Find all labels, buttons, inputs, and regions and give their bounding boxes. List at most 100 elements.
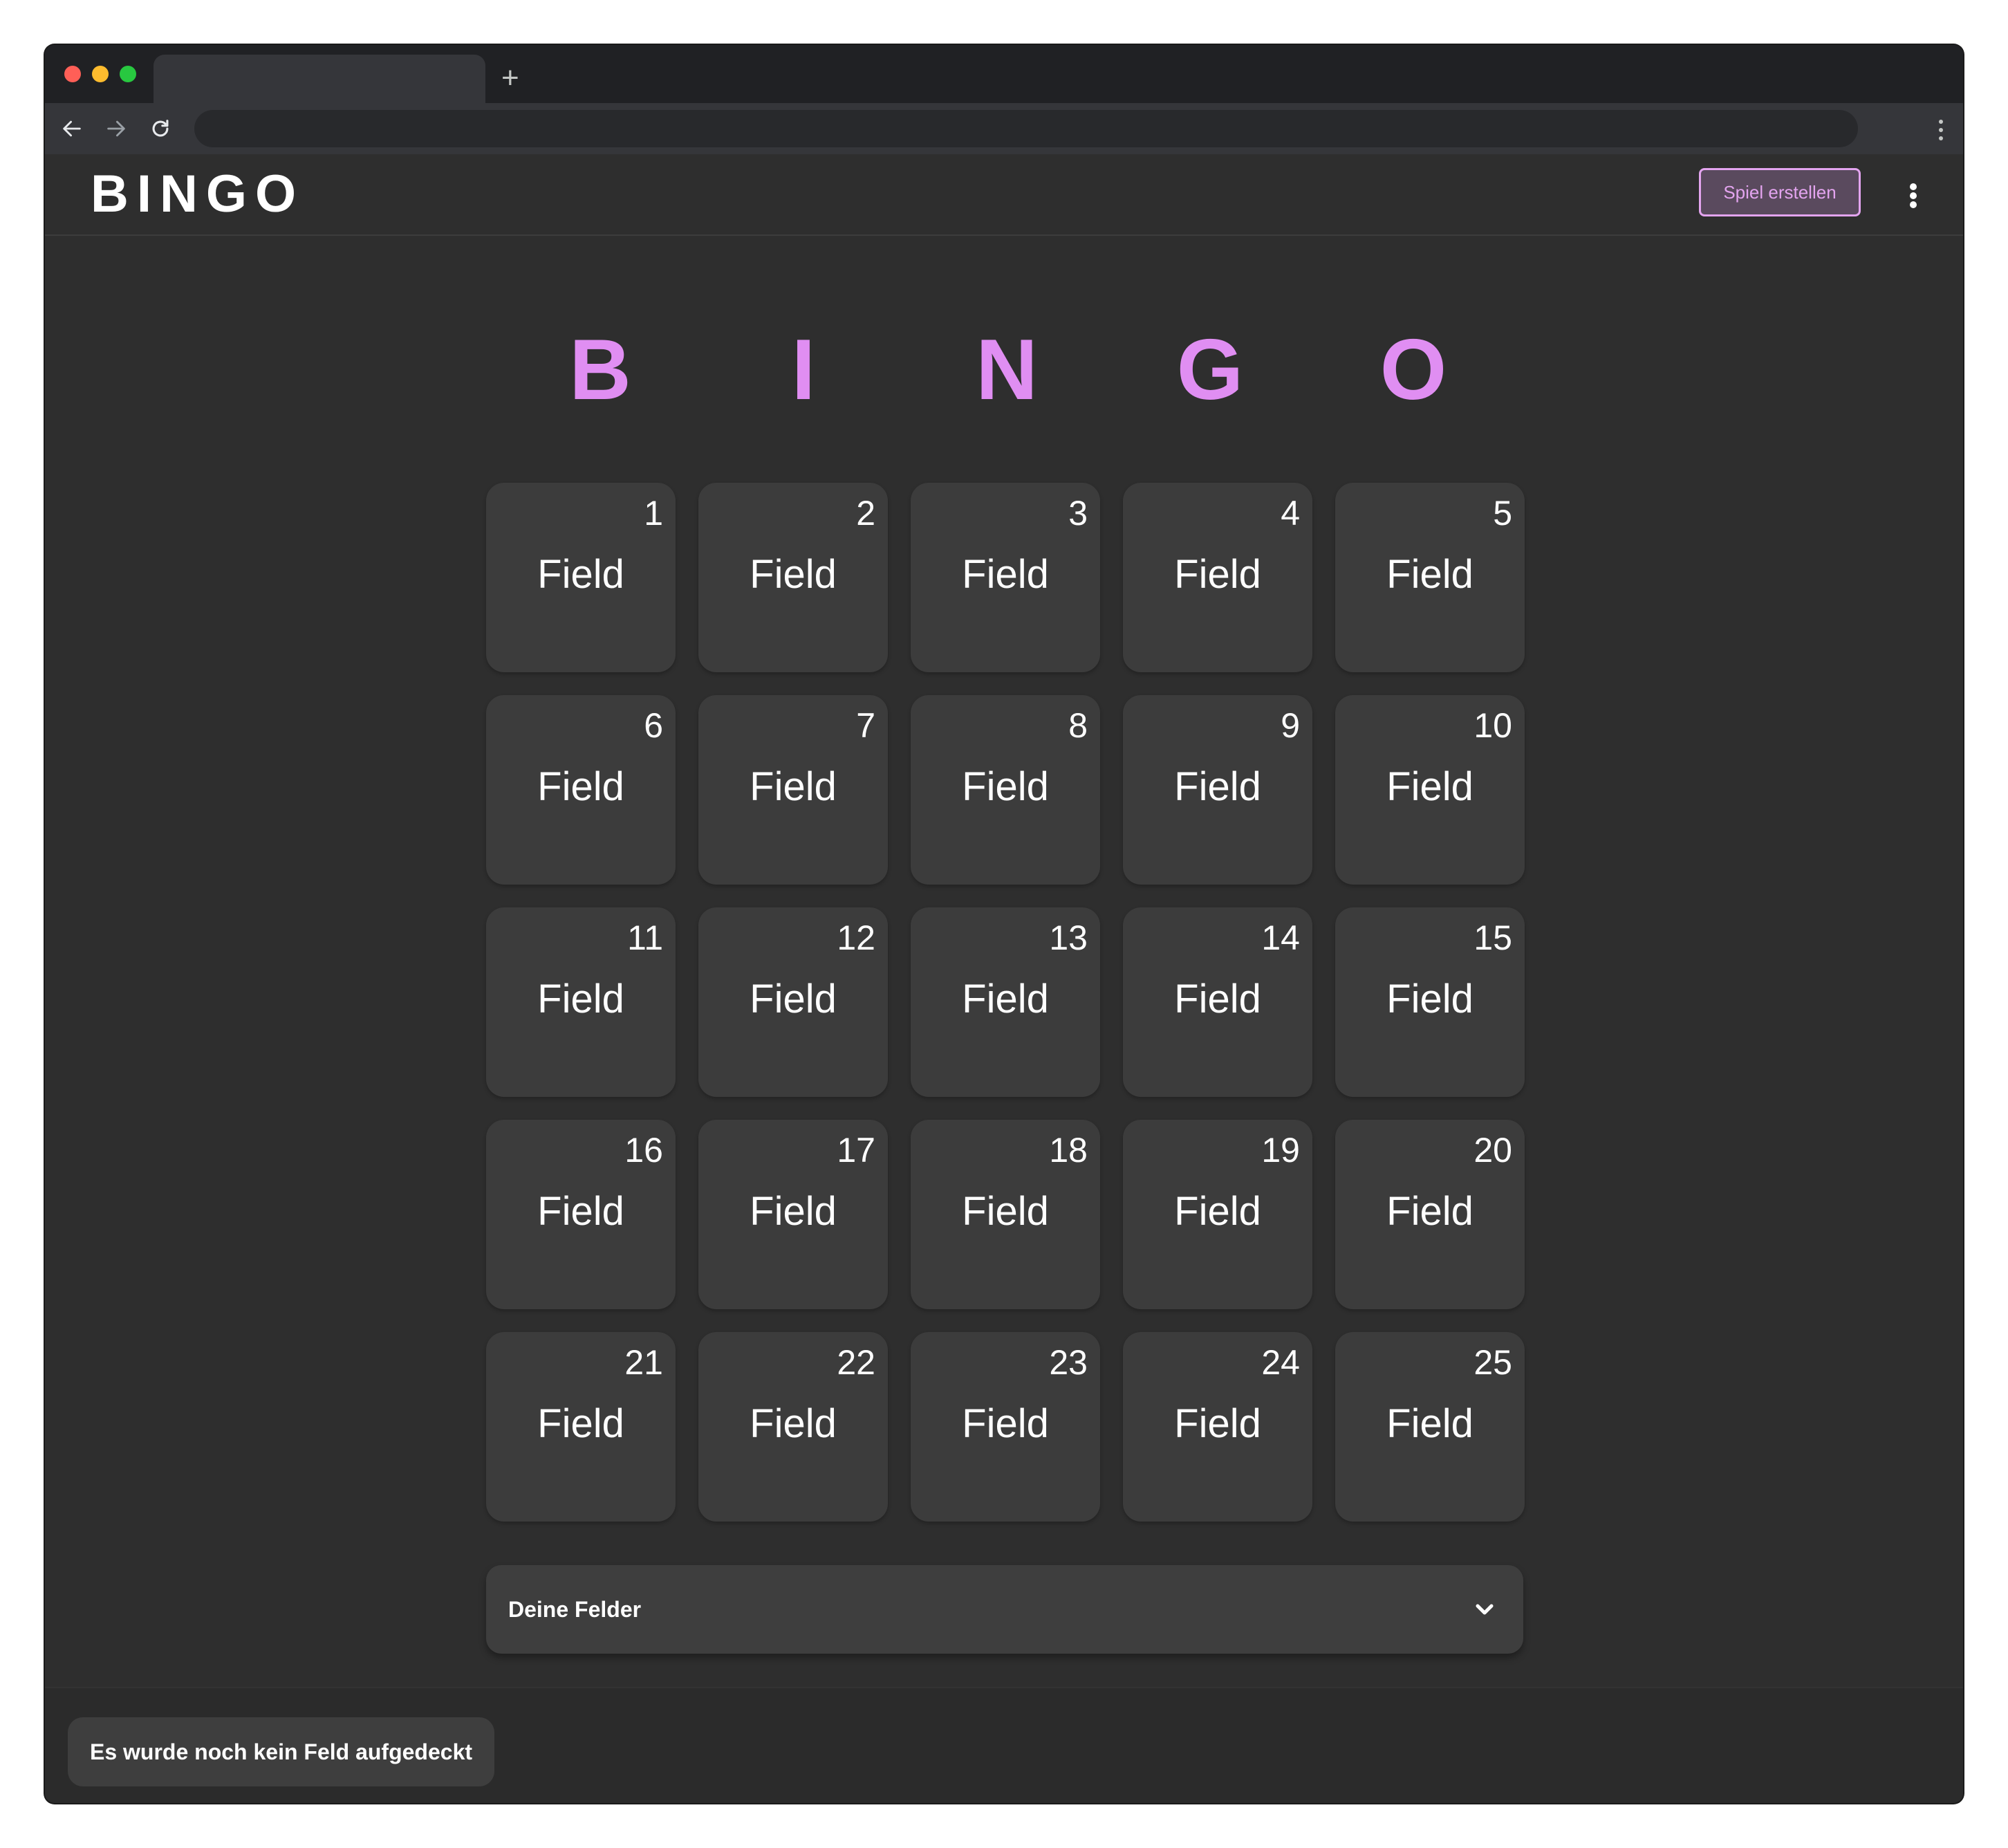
- cell-label: Field: [750, 977, 837, 1022]
- bingo-cell[interactable]: 14 Field: [1123, 907, 1312, 1097]
- bingo-letters: B I N G O: [552, 322, 1589, 418]
- minimize-window-button[interactable]: [92, 66, 109, 82]
- bingo-cell[interactable]: 4 Field: [1123, 483, 1312, 672]
- bingo-cell[interactable]: 9 Field: [1123, 695, 1312, 885]
- browser-tab[interactable]: [154, 55, 485, 103]
- cell-number: 11: [627, 918, 663, 957]
- bingo-cell[interactable]: 15 Field: [1335, 907, 1525, 1097]
- close-window-button[interactable]: [64, 66, 81, 82]
- cell-number: 23: [1049, 1343, 1088, 1382]
- cell-number: 20: [1474, 1131, 1512, 1170]
- cell-number: 14: [1261, 918, 1300, 957]
- bingo-cell[interactable]: 6 Field: [486, 695, 676, 885]
- cell-label: Field: [962, 977, 1049, 1022]
- cell-label: Field: [750, 552, 837, 597]
- bingo-cell[interactable]: 2 Field: [698, 483, 888, 672]
- browser-menu-icon[interactable]: [1938, 120, 1944, 140]
- cell-number: 17: [837, 1131, 875, 1170]
- cell-number: 15: [1474, 918, 1512, 957]
- cell-label: Field: [1174, 764, 1261, 809]
- cell-number: 4: [1281, 494, 1300, 533]
- bingo-cell[interactable]: 22 Field: [698, 1332, 888, 1522]
- bingo-cell[interactable]: 24 Field: [1123, 1332, 1312, 1522]
- cell-label: Field: [750, 764, 837, 809]
- status-message: Es wurde noch kein Feld aufgedeckt: [68, 1717, 495, 1786]
- bingo-cell[interactable]: 20 Field: [1335, 1120, 1525, 1309]
- cell-number: 16: [624, 1131, 663, 1170]
- your-fields-accordion[interactable]: Deine Felder: [486, 1565, 1523, 1654]
- maximize-window-button[interactable]: [120, 66, 136, 82]
- cell-label: Field: [1386, 552, 1474, 597]
- bingo-letter: N: [976, 322, 1038, 418]
- bingo-cell[interactable]: 7 Field: [698, 695, 888, 885]
- bingo-cell[interactable]: 18 Field: [911, 1120, 1100, 1309]
- bingo-cell[interactable]: 8 Field: [911, 695, 1100, 885]
- bingo-cell[interactable]: 23 Field: [911, 1332, 1100, 1522]
- app-logo: BINGO: [91, 165, 305, 223]
- cell-number: 13: [1049, 918, 1088, 957]
- cell-label: Field: [1174, 552, 1261, 597]
- bingo-cell[interactable]: 1 Field: [486, 483, 676, 672]
- cell-label: Field: [1386, 764, 1474, 809]
- bingo-board: 1 Field 2 Field 3 Field 4 Field 5 Field 6 Field 7 Fie…: [486, 483, 1525, 1522]
- back-icon[interactable]: [53, 110, 91, 147]
- bingo-letter: O: [1379, 322, 1447, 418]
- bingo-letter: G: [1176, 322, 1244, 418]
- reload-icon[interactable]: [142, 110, 179, 147]
- cell-label: Field: [537, 977, 624, 1022]
- cell-label: Field: [1386, 1401, 1474, 1446]
- bingo-cell[interactable]: 25 Field: [1335, 1332, 1525, 1522]
- bingo-letter: B: [569, 322, 631, 418]
- cell-label: Field: [1174, 1189, 1261, 1234]
- cell-number: 19: [1261, 1131, 1300, 1170]
- cell-number: 6: [644, 706, 663, 745]
- chevron-down-icon[interactable]: [1471, 1596, 1498, 1623]
- bingo-cell[interactable]: 11 Field: [486, 907, 676, 1097]
- cell-number: 12: [837, 918, 875, 957]
- more-options-icon[interactable]: [1909, 183, 1917, 208]
- cell-number: 2: [856, 494, 875, 533]
- forward-icon[interactable]: [97, 110, 135, 147]
- cell-number: 5: [1493, 494, 1512, 533]
- tab-strip: +: [45, 45, 1963, 103]
- cell-label: Field: [750, 1401, 837, 1446]
- cell-number: 24: [1261, 1343, 1300, 1382]
- cell-number: 21: [624, 1343, 663, 1382]
- cell-label: Field: [1174, 977, 1261, 1022]
- cell-label: Field: [962, 764, 1049, 809]
- bingo-cell[interactable]: 10 Field: [1335, 695, 1525, 885]
- bingo-cell[interactable]: 16 Field: [486, 1120, 676, 1309]
- cell-number: 3: [1068, 494, 1088, 533]
- bingo-letter: I: [791, 322, 816, 418]
- cell-label: Field: [1386, 1189, 1474, 1234]
- browser-toolbar: [45, 103, 1963, 154]
- bingo-cell[interactable]: 17 Field: [698, 1120, 888, 1309]
- cell-label: Field: [962, 1189, 1049, 1234]
- address-bar[interactable]: [194, 110, 1858, 147]
- app-header: BINGO Spiel erstellen: [45, 154, 1963, 236]
- browser-window: + BINGO Spiel erstellen B I N G O 1 Field…: [45, 45, 1963, 1803]
- cell-label: Field: [537, 552, 624, 597]
- cell-number: 18: [1049, 1131, 1088, 1170]
- cell-number: 22: [837, 1343, 875, 1382]
- bingo-cell[interactable]: 21 Field: [486, 1332, 676, 1522]
- bingo-cell[interactable]: 13 Field: [911, 907, 1100, 1097]
- bingo-cell[interactable]: 3 Field: [911, 483, 1100, 672]
- cell-label: Field: [750, 1189, 837, 1234]
- cell-label: Field: [1174, 1401, 1261, 1446]
- cell-label: Field: [1386, 977, 1474, 1022]
- cell-number: 10: [1474, 706, 1512, 745]
- bingo-cell[interactable]: 5 Field: [1335, 483, 1525, 672]
- cell-number: 9: [1281, 706, 1300, 745]
- cell-number: 1: [644, 494, 663, 533]
- bingo-cell[interactable]: 12 Field: [698, 907, 888, 1097]
- create-game-button[interactable]: Spiel erstellen: [1699, 168, 1861, 216]
- status-footer: Es wurde noch kein Feld aufgedeckt: [45, 1687, 1963, 1803]
- cell-number: 8: [1068, 706, 1088, 745]
- cell-label: Field: [962, 552, 1049, 597]
- cell-label: Field: [537, 764, 624, 809]
- new-tab-button[interactable]: +: [501, 57, 519, 99]
- bingo-cell[interactable]: 19 Field: [1123, 1120, 1312, 1309]
- cell-number: 25: [1474, 1343, 1512, 1382]
- cell-label: Field: [537, 1401, 624, 1446]
